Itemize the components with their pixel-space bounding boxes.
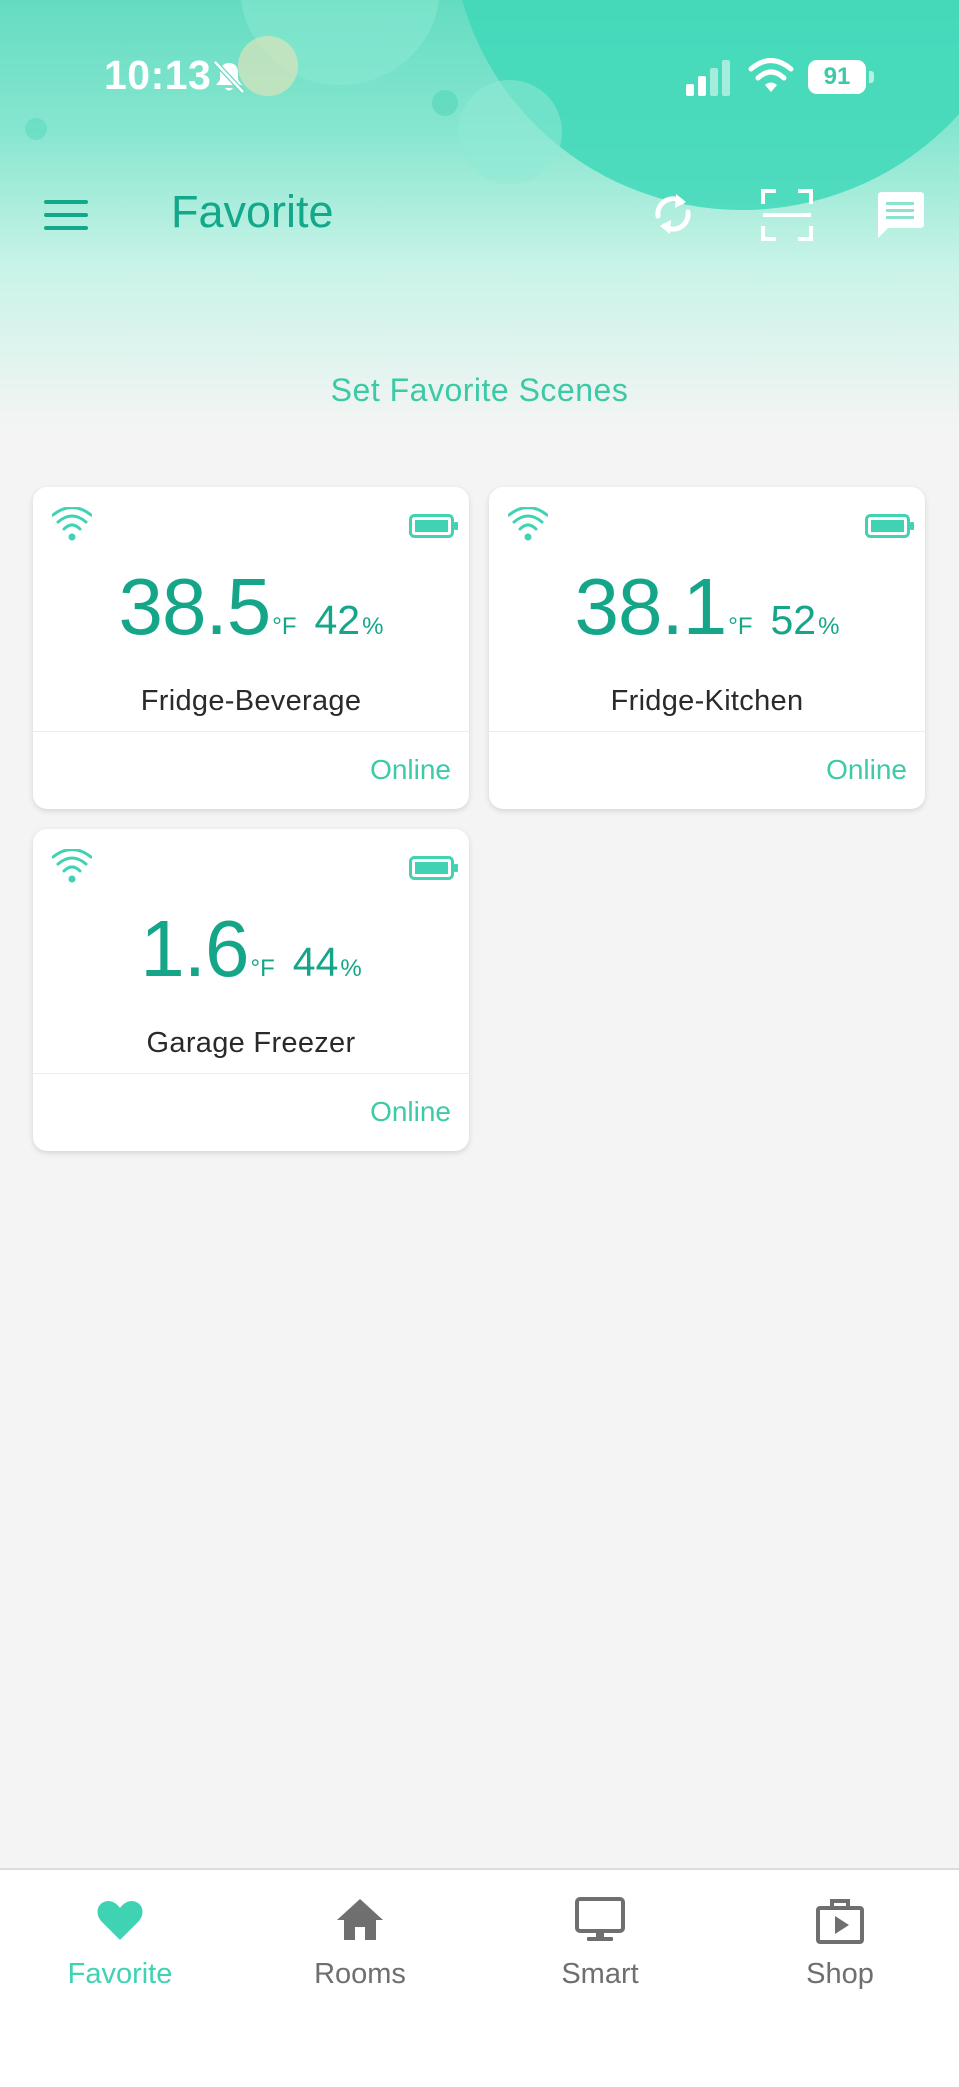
temperature-unit: °F [250,955,275,982]
device-status: Online [826,754,907,785]
device-card[interactable]: 38.1°F 52% Fridge-Kitchen Online [489,487,925,809]
decor-bubble [458,80,562,184]
humidity-unit: % [362,613,384,640]
battery-icon: 91 [808,60,874,94]
temperature-value: 38.1 [574,562,728,651]
temperature-value: 1.6 [140,904,249,993]
temperature-unit: °F [272,613,297,640]
status-time: 10:13 [104,52,212,98]
humidity-value: 44 [292,939,339,985]
set-favorite-scenes-link[interactable]: Set Favorite Scenes [0,372,959,409]
decor-bubble [432,90,458,116]
menu-icon[interactable] [44,198,90,232]
device-readout: 38.1°F 52% [489,561,925,653]
nav-label: Rooms [314,1958,406,1990]
page-title: Favorite [171,186,334,237]
monitor-icon [575,1897,625,1941]
card-divider [33,1073,469,1074]
device-readout: 38.5°F 42% [33,561,469,653]
message-icon[interactable] [874,190,926,240]
battery-nub [869,71,874,83]
device-name: Fridge-Beverage [140,685,362,717]
nav-item-shop[interactable]: Shop [720,1870,959,2010]
wifi-icon [508,507,548,541]
scan-icon[interactable] [760,188,814,242]
nav-label: Smart [561,1958,639,1990]
battery-icon [409,514,458,538]
bottom-nav: Favorite Rooms Smart Shop [0,1868,959,2087]
wifi-icon [52,507,92,541]
card-divider [489,731,925,732]
nav-label: Shop [806,1958,874,1990]
temperature-unit: °F [728,613,753,640]
humidity-value: 42 [314,597,361,643]
battery-icon [409,856,458,880]
device-status: Online [370,754,451,785]
device-name: Garage Freezer [146,1027,356,1059]
humidity-unit: % [340,955,362,982]
temperature-value: 38.5 [118,562,272,651]
device-card[interactable]: 1.6°F 44% Garage Freezer Online [33,829,469,1151]
heart-icon [97,1900,143,1940]
device-status: Online [370,1096,451,1127]
humidity-unit: % [818,613,840,640]
device-name: Fridge-Kitchen [610,685,804,717]
humidity-value: 52 [770,597,817,643]
device-card[interactable]: 38.5°F 42% Fridge-Beverage Online [33,487,469,809]
card-divider [33,731,469,732]
battery-icon [865,514,914,538]
nav-item-smart[interactable]: Smart [480,1870,720,2010]
battery-level: 91 [823,63,851,90]
wifi-icon [52,849,92,883]
nav-item-favorite[interactable]: Favorite [0,1870,240,2010]
bell-off-icon [213,60,245,94]
nav-item-rooms[interactable]: Rooms [240,1870,480,2010]
cellular-signal-icon [686,60,730,96]
shop-icon [816,1899,864,1944]
nav-label: Favorite [67,1958,173,1990]
refresh-icon[interactable] [648,186,698,242]
wifi-icon [748,58,794,92]
device-readout: 1.6°F 44% [33,903,469,995]
decor-bubble [25,118,47,140]
home-icon [337,1899,383,1940]
